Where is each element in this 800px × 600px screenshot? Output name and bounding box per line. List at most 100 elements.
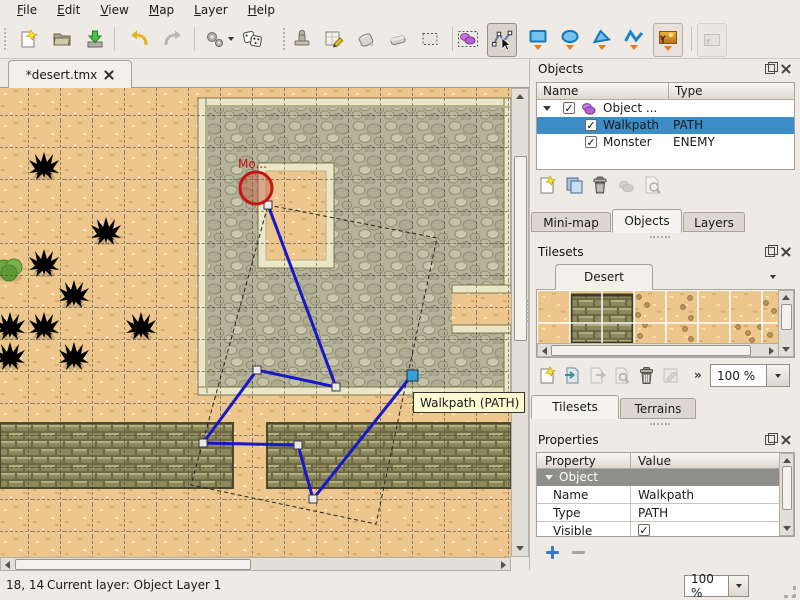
- menu-layer[interactable]: Layer: [185, 1, 236, 19]
- stamp-brush-button[interactable]: [288, 23, 316, 55]
- splitter-handle[interactable]: [650, 236, 670, 238]
- tilesets-toolbar: [538, 365, 680, 385]
- monster-object[interactable]: [240, 172, 272, 204]
- close-button[interactable]: [781, 246, 794, 259]
- expander-icon[interactable]: [543, 106, 551, 111]
- property-type-value[interactable]: PATH: [631, 504, 780, 522]
- tab-tilesets[interactable]: Tilesets: [531, 395, 619, 419]
- selected-vertex[interactable]: [407, 370, 418, 381]
- object-visible-checkbox[interactable]: ✓: [585, 119, 597, 131]
- toolbar-separator: [691, 27, 692, 51]
- insert-polyline-button[interactable]: [620, 23, 648, 55]
- object-properties-button: [643, 175, 663, 195]
- combo-dropdown-button[interactable]: [766, 364, 790, 387]
- tileset-zoom-combo[interactable]: 100 %: [710, 364, 790, 387]
- map-canvas[interactable]: .y .b1{fill:#a3c544;stroke:#6f9226;strok…: [0, 88, 511, 557]
- menu-edit[interactable]: Edit: [48, 1, 89, 19]
- canvas-vscrollbar[interactable]: [511, 88, 529, 557]
- hscroll-thumb[interactable]: [15, 559, 251, 570]
- tileset-hscrollbar[interactable]: [537, 343, 779, 357]
- visible-checkbox[interactable]: ✓: [638, 524, 650, 536]
- add-property-button[interactable]: [545, 545, 560, 560]
- expander-icon[interactable]: [545, 475, 553, 480]
- resize-grip[interactable]: [784, 586, 796, 598]
- menu-map[interactable]: Map: [140, 1, 183, 19]
- edit-polygons-button[interactable]: [487, 23, 517, 57]
- canvas-hscrollbar[interactable]: [0, 557, 511, 571]
- float-button[interactable]: [763, 62, 776, 75]
- gear-icon: [205, 29, 225, 49]
- tileset-list-chevron[interactable]: [770, 275, 776, 279]
- tab-mini-map[interactable]: Mini-map: [531, 212, 611, 232]
- tile-coordinates: 18, 14: [6, 578, 44, 592]
- properties-vscrollbar[interactable]: [779, 453, 794, 536]
- random-mode-button[interactable]: [238, 23, 266, 55]
- menu-file[interactable]: File: [8, 1, 46, 19]
- dock-splitter[interactable]: [529, 58, 530, 570]
- float-button[interactable]: [763, 245, 776, 258]
- remove-tileset-button[interactable]: [638, 366, 655, 385]
- close-button[interactable]: [781, 434, 794, 447]
- tileset-image[interactable]: [538, 291, 779, 343]
- redo-button[interactable]: [158, 23, 186, 55]
- toolbar-separator: [114, 27, 115, 51]
- insert-tile-button[interactable]: [653, 23, 683, 57]
- monster-row[interactable]: ✓ Monster ENEMY: [537, 134, 794, 151]
- bucket-fill-button[interactable]: [352, 23, 380, 55]
- undo-button[interactable]: [126, 23, 154, 55]
- tileset-vscrollbar[interactable]: [778, 290, 794, 357]
- insert-polygon-button[interactable]: [588, 23, 616, 55]
- object-visible-checkbox[interactable]: ✓: [585, 136, 597, 148]
- delete-object-button[interactable]: [591, 175, 609, 195]
- splitter-handle[interactable]: [650, 423, 670, 425]
- insert-ellipse-button[interactable]: [556, 23, 584, 55]
- menu-help[interactable]: Help: [239, 1, 284, 19]
- open-button[interactable]: [48, 23, 76, 55]
- tab-terrains[interactable]: Terrains: [620, 398, 696, 419]
- property-visible-value[interactable]: ✓: [631, 522, 780, 537]
- objects-toolbar: [538, 175, 663, 197]
- map-zoom-combo[interactable]: 100 %: [684, 575, 749, 597]
- rect-select-button[interactable]: [416, 23, 444, 55]
- property-type-label[interactable]: Type: [537, 504, 631, 522]
- property-visible-label[interactable]: Visible: [537, 522, 631, 537]
- tab-objects[interactable]: Objects: [612, 209, 682, 233]
- object-type: ENEMY: [673, 135, 715, 149]
- layer-visible-checkbox[interactable]: ✓: [563, 102, 575, 114]
- menu-bar: File Edit View Map Layer Help: [0, 0, 800, 20]
- property-name-label[interactable]: Name: [537, 486, 631, 504]
- column-header-type[interactable]: Type: [669, 83, 794, 100]
- property-name-value[interactable]: Walkpath: [631, 486, 780, 504]
- object-layer-row[interactable]: ✓ Object ...: [537, 100, 794, 117]
- map-zoom-value: 100 %: [684, 575, 728, 597]
- add-object-button[interactable]: [538, 175, 557, 195]
- column-header-name[interactable]: Name: [537, 83, 669, 100]
- eraser-button[interactable]: [384, 23, 412, 55]
- duplicate-object-button[interactable]: [564, 175, 584, 195]
- close-icon[interactable]: [104, 70, 114, 80]
- walkpath-row[interactable]: ✓ Walkpath PATH: [537, 117, 794, 134]
- chevron-down-icon: [664, 46, 672, 51]
- commands-button[interactable]: [202, 23, 236, 55]
- close-button[interactable]: [781, 63, 794, 76]
- tab-layers[interactable]: Layers: [683, 212, 745, 232]
- splitter-handle[interactable]: [526, 300, 528, 322]
- select-objects-button[interactable]: [454, 23, 482, 55]
- dice-icon: [241, 28, 263, 50]
- insert-rectangle-button[interactable]: [524, 23, 552, 55]
- toolbar-overflow[interactable]: »: [694, 368, 702, 382]
- menu-view[interactable]: View: [91, 1, 137, 19]
- combo-dropdown-button[interactable]: [728, 575, 749, 597]
- document-tab[interactable]: *desert.tmx: [8, 60, 132, 88]
- import-tileset-button[interactable]: [563, 366, 581, 385]
- terrain-brush-button[interactable]: [320, 23, 348, 55]
- column-header-property[interactable]: Property: [537, 453, 631, 469]
- column-header-value[interactable]: Value: [631, 453, 780, 469]
- toolbar-handle[interactable]: [4, 28, 10, 50]
- save-button[interactable]: [81, 23, 109, 55]
- tileset-tab-desert[interactable]: Desert: [555, 264, 653, 290]
- new-map-button[interactable]: [14, 23, 42, 55]
- float-button[interactable]: [763, 433, 776, 446]
- new-tileset-button[interactable]: [538, 366, 556, 385]
- property-group-object[interactable]: Object: [537, 469, 780, 486]
